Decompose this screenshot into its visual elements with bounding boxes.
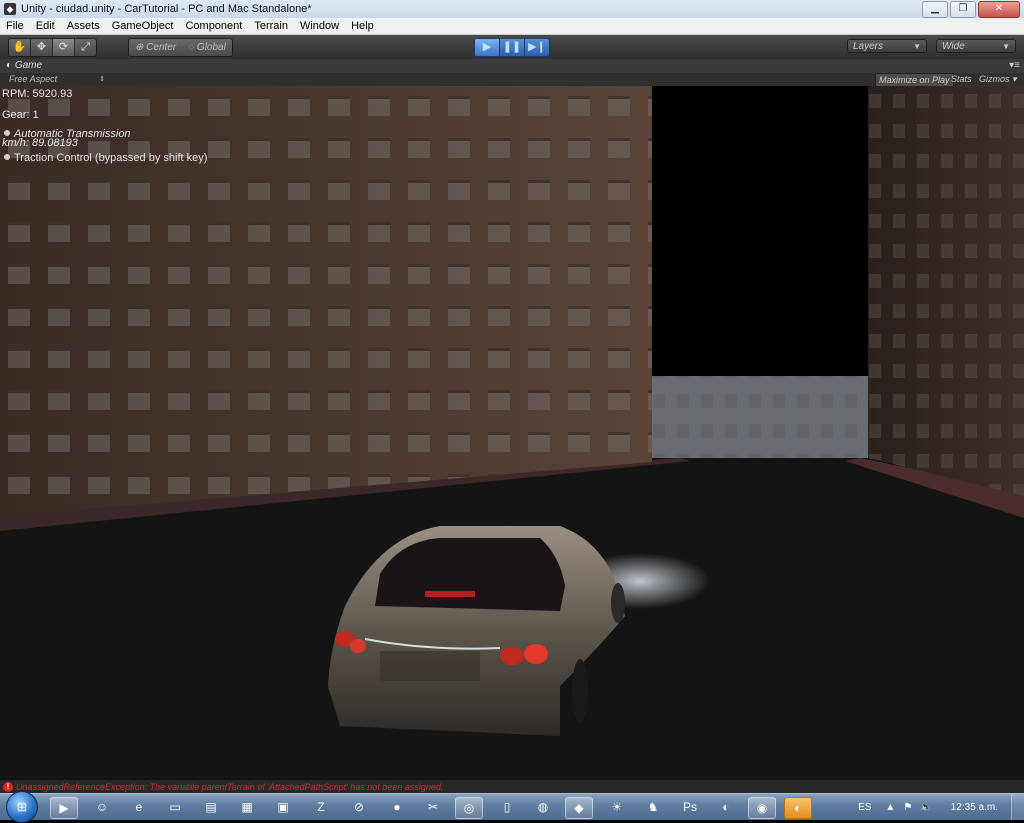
- error-icon: !: [3, 782, 13, 792]
- ie-icon[interactable]: e: [126, 797, 152, 817]
- layout-label: Wide: [942, 41, 965, 52]
- flag-warning-icon[interactable]: ⚑: [903, 802, 912, 813]
- menu-window[interactable]: Window: [294, 20, 345, 32]
- menu-terrain[interactable]: Terrain: [248, 20, 294, 32]
- game-viewport[interactable]: RPM: 5920.93 Gear: 1 Automatic Transmiss…: [0, 86, 1024, 779]
- pause-icon[interactable]: ❚❚: [500, 39, 525, 56]
- folder-icon[interactable]: ▭: [162, 797, 188, 817]
- tools-icon[interactable]: ✂: [420, 797, 446, 817]
- photoshop-icon[interactable]: Ps: [677, 797, 703, 817]
- main-toolbar: ✋ ✥ ⟳ ⤢ ⊕ Center ◌ Global ▶ ❚❚ ▶❙ Layers…: [0, 35, 1024, 59]
- menu-file[interactable]: File: [0, 20, 30, 32]
- show-desktop-button[interactable]: [1011, 794, 1024, 820]
- clock[interactable]: 12:35 a.m.: [951, 802, 998, 813]
- sun-icon[interactable]: ☀: [604, 797, 630, 817]
- layers-label: Layers: [853, 41, 884, 52]
- pivot-center-button[interactable]: ⊕ Center: [129, 39, 182, 56]
- language-indicator[interactable]: ES: [858, 802, 871, 813]
- aspect-label: Free Aspect: [9, 74, 58, 84]
- network-icon[interactable]: ◉: [748, 797, 776, 819]
- rotate-icon[interactable]: ⟳: [53, 39, 75, 56]
- gimp-icon[interactable]: ♞: [640, 797, 666, 817]
- chevron-down-icon: ▼: [1002, 42, 1010, 51]
- gizmos-dropdown[interactable]: Gizmos ▾: [976, 73, 1020, 85]
- game-tab-bar: ◐ Game ▾≡: [0, 59, 1024, 74]
- record-icon[interactable]: ●: [384, 797, 410, 817]
- minimize-button[interactable]: ▁: [922, 1, 948, 18]
- move-icon[interactable]: ✥: [31, 39, 53, 56]
- window-title: Unity - ciudad.unity - CarTutorial - PC …: [21, 3, 312, 15]
- restore-button[interactable]: ❐: [950, 1, 976, 18]
- radio-icon: [4, 130, 10, 136]
- pivot-global-label: Global: [196, 42, 226, 53]
- no-icon[interactable]: ⊘: [346, 797, 372, 817]
- hand-icon[interactable]: ✋: [9, 39, 31, 56]
- layout-dropdown[interactable]: Wide ▼: [936, 39, 1016, 53]
- step-icon[interactable]: ▶❙: [525, 39, 549, 56]
- updown-arrow-icon: ⇕: [99, 76, 105, 83]
- tab-game[interactable]: ◐ Game: [6, 59, 42, 73]
- stats-toggle[interactable]: Stats: [948, 73, 975, 85]
- hud-kmh: km/h: 89.08193: [2, 137, 78, 149]
- user-icon[interactable]: ☺: [89, 797, 115, 817]
- transform-tools: ✋ ✥ ⟳ ⤢: [8, 38, 97, 57]
- play-controls: ▶ ❚❚ ▶❙: [474, 38, 550, 57]
- hud-rpm: RPM: 5920.93: [2, 88, 73, 100]
- traction-control-toggle[interactable]: Traction Control (bypassed by shift key): [4, 152, 207, 164]
- menu-component[interactable]: Component: [179, 20, 248, 32]
- zip-icon[interactable]: ▣: [270, 797, 296, 817]
- media-player-icon[interactable]: ▶: [50, 797, 78, 819]
- game-scene-render: [0, 86, 1024, 779]
- unity-icon[interactable]: ◆: [565, 797, 593, 819]
- photo-icon[interactable]: ▦: [234, 797, 260, 817]
- menu-help[interactable]: Help: [345, 20, 380, 32]
- windows-taskbar: ⊞ ▶ ☺ e ▭ ▤ ▦ ▣ Z ⊘ ● ✂ ◎ ▯ ◍ ◆ ☀ ♞ Ps ◐…: [0, 791, 1024, 823]
- traction-control-label: Traction Control (bypassed by shift key): [14, 152, 208, 164]
- chevron-down-icon: ▼: [913, 42, 921, 51]
- phone-icon[interactable]: ▯: [494, 797, 520, 817]
- hud-gear: Gear: 1: [2, 109, 39, 121]
- menu-edit[interactable]: Edit: [30, 20, 61, 32]
- pivot-center-label: Center: [146, 42, 177, 53]
- scale-icon[interactable]: ⤢: [75, 39, 96, 56]
- game-view-toolbar: Free Aspect ⇕ Maximize on Play Stats Giz…: [0, 73, 1024, 87]
- start-button[interactable]: ⊞: [6, 791, 38, 823]
- screenshot-icon[interactable]: ◎: [455, 797, 483, 819]
- console-status-bar[interactable]: ! UnassignedReferenceException: The vari…: [0, 779, 1024, 794]
- tab-game-label: Game: [14, 60, 43, 71]
- window-controls: ▁ ❐ ✕: [922, 1, 1020, 18]
- aspect-dropdown[interactable]: Free Aspect ⇕: [9, 73, 105, 86]
- show-hidden-icons-icon[interactable]: ▲: [885, 802, 895, 813]
- close-button[interactable]: ✕: [978, 1, 1020, 18]
- menu-gameobject[interactable]: GameObject: [106, 20, 180, 32]
- firefox-active-icon[interactable]: ◐: [784, 797, 812, 819]
- tab-menu-icon[interactable]: ▾≡: [1009, 59, 1020, 73]
- menu-assets[interactable]: Assets: [61, 20, 106, 32]
- system-tray: ES ▲ ⚑ 🔈 12:35 a.m.: [858, 794, 1024, 820]
- error-message: UnassignedReferenceException: The variab…: [16, 782, 444, 792]
- maximize-on-play-toggle[interactable]: Maximize on Play: [875, 73, 954, 87]
- layers-dropdown[interactable]: Layers ▼: [847, 39, 927, 53]
- menu-bar: File Edit Assets GameObject Component Te…: [0, 18, 1024, 35]
- globe-icon[interactable]: ◍: [530, 797, 556, 817]
- zip-icon[interactable]: Z: [308, 797, 334, 817]
- pivot-global-button[interactable]: ◌ Global: [182, 39, 232, 56]
- volume-icon[interactable]: 🔈: [920, 802, 932, 813]
- gizmos-label: Gizmos: [979, 74, 1010, 84]
- play-icon[interactable]: ▶: [475, 39, 500, 56]
- unity-icon: ◆: [4, 3, 16, 15]
- radio-icon: [4, 154, 10, 160]
- pivot-toggles: ⊕ Center ◌ Global: [128, 38, 233, 57]
- window-title-bar: ◆ Unity - ciudad.unity - CarTutorial - P…: [0, 0, 1024, 18]
- folder-open-icon[interactable]: ▤: [198, 797, 224, 817]
- firefox-icon[interactable]: ◐: [713, 797, 739, 817]
